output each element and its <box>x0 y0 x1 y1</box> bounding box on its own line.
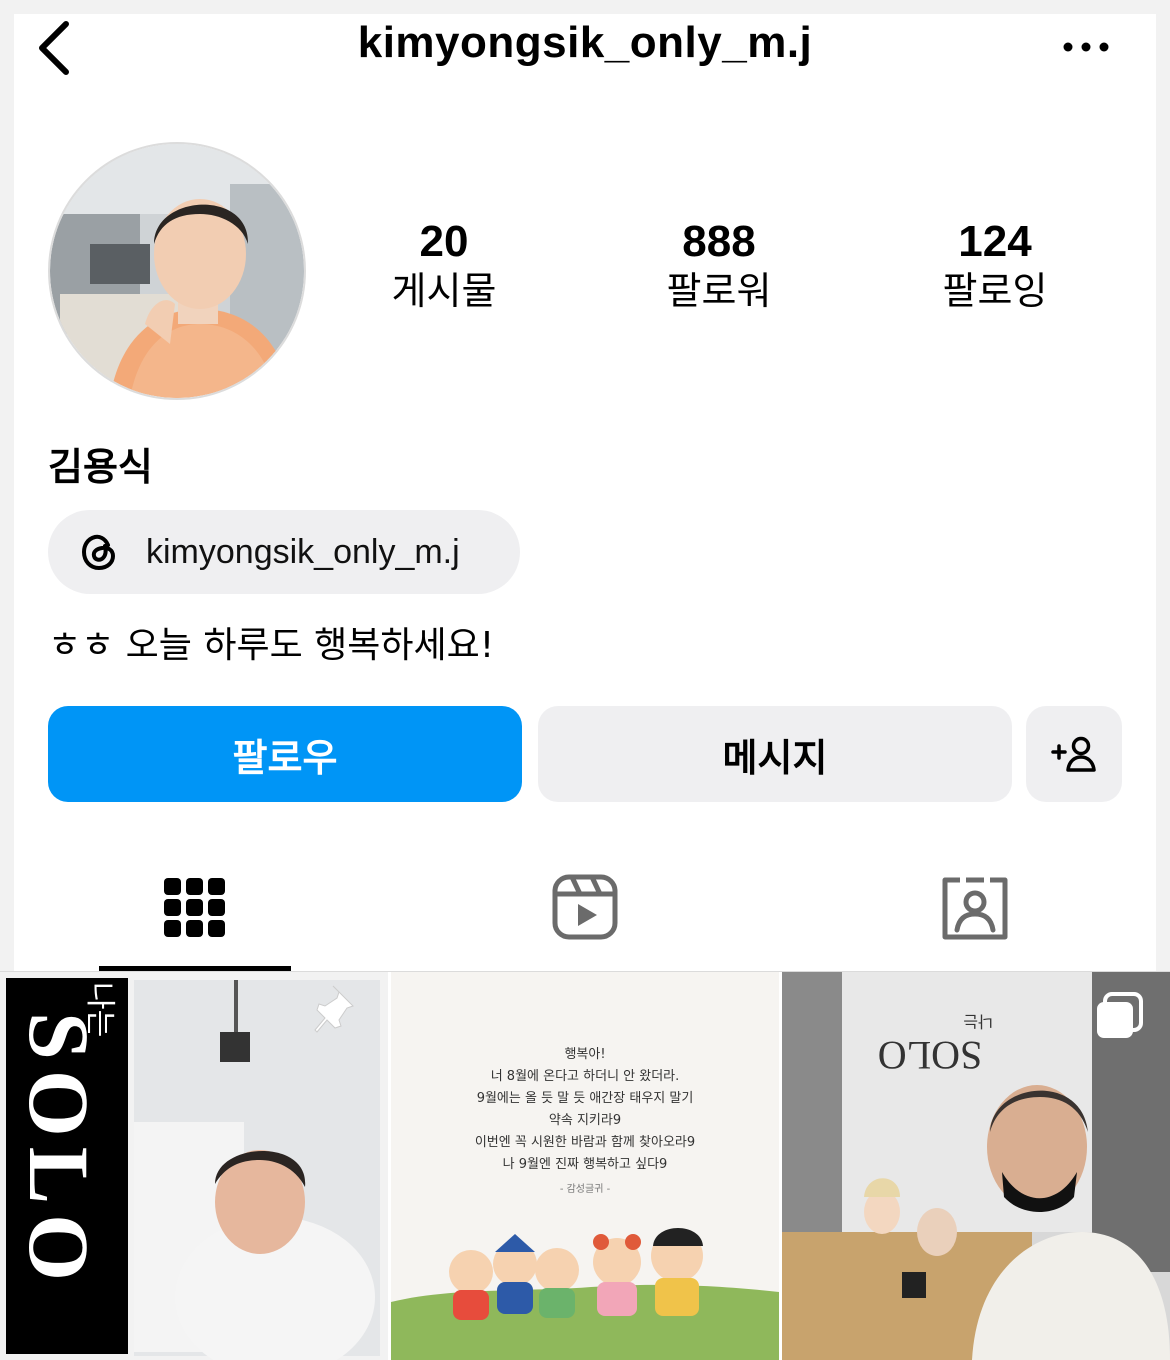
add-person-icon <box>1051 736 1096 772</box>
post-thumbnail[interactable]: SOLO 나는 <box>0 972 388 1360</box>
post-text-line: 약속 지키라9 <box>549 1113 621 1128</box>
avatar-photo <box>50 144 304 398</box>
tab-posts-grid[interactable] <box>160 872 230 942</box>
display-name: 김용식 <box>48 445 153 489</box>
post-text-line: - 감성글귀 - <box>560 1183 611 1195</box>
profile-avatar[interactable] <box>48 142 306 400</box>
tagged-icon <box>942 877 1008 940</box>
post-thumbnail[interactable]: SOLO 나는 <box>782 972 1170 1360</box>
posts-label: 게시물 <box>391 269 497 313</box>
following-count: 124 <box>958 217 1032 266</box>
post-1-image: SOLO 나는 <box>0 972 388 1360</box>
reels-icon <box>552 874 618 940</box>
threads-icon <box>81 534 116 571</box>
stat-following[interactable]: 124 팔로잉 <box>895 214 1095 316</box>
threads-link-chip[interactable]: kimyongsik_only_m.j <box>48 510 520 594</box>
more-options-button[interactable] <box>1056 32 1116 62</box>
grid-icon <box>164 878 225 937</box>
svg-text:나는: 나는 <box>82 982 117 1037</box>
post-text-line: 행복아! <box>564 1046 605 1062</box>
followers-count: 888 <box>682 217 756 266</box>
profile-bio: ㅎㅎ 오늘 하루도 행복하세요! <box>48 625 495 666</box>
post-text-line: 이번엔 꼭 시원한 바람과 함께 찾아오라9 <box>475 1135 695 1150</box>
stat-posts[interactable]: 20 게시물 <box>344 214 544 316</box>
svg-text:나는: 나는 <box>963 1012 992 1031</box>
followers-label: 팔로워 <box>666 269 772 313</box>
post-text-line: 9월에는 올 듯 말 듯 애간장 태우지 말기 <box>477 1091 694 1106</box>
post-text-line: 너 8월에 온다고 하더니 안 왔더라. <box>491 1069 680 1084</box>
posts-count: 20 <box>419 217 469 266</box>
tab-reels[interactable] <box>550 872 620 942</box>
post-thumbnail[interactable]: 행복아! 너 8월에 온다고 하더니 안 왔더라. 9월에는 올 듯 말 듯 애… <box>391 972 779 1360</box>
post-2-image: 행복아! 너 8월에 온다고 하더니 안 왔더라. 9월에는 올 듯 말 듯 애… <box>391 972 779 1360</box>
stat-followers[interactable]: 888 팔로워 <box>619 214 819 316</box>
suggest-people-button[interactable] <box>1026 706 1122 802</box>
follow-button[interactable]: 팔로우 <box>48 706 522 802</box>
posts-grid: SOLO 나는 행복아! 너 8월에 온다고 하더니 안 왔더라. 9월에는 올… <box>0 972 1170 1360</box>
message-button[interactable]: 메시지 <box>538 706 1012 802</box>
tab-tagged[interactable] <box>940 872 1010 942</box>
profile-header: kimyongsik_only_m.j <box>14 14 1156 84</box>
header-username: kimyongsik_only_m.j <box>357 18 813 67</box>
following-label: 팔로잉 <box>942 269 1048 313</box>
more-horizontal-icon <box>1063 42 1109 52</box>
post-3-image: SOLO 나는 <box>782 972 1170 1360</box>
solo-sign-text: SOLO <box>878 1033 982 1078</box>
threads-handle: kimyongsik_only_m.j <box>146 532 460 571</box>
solo-logo-text: SOLO <box>11 1012 107 1291</box>
post-text-line: 나 9월엔 진짜 행복하고 싶다9 <box>503 1156 668 1172</box>
